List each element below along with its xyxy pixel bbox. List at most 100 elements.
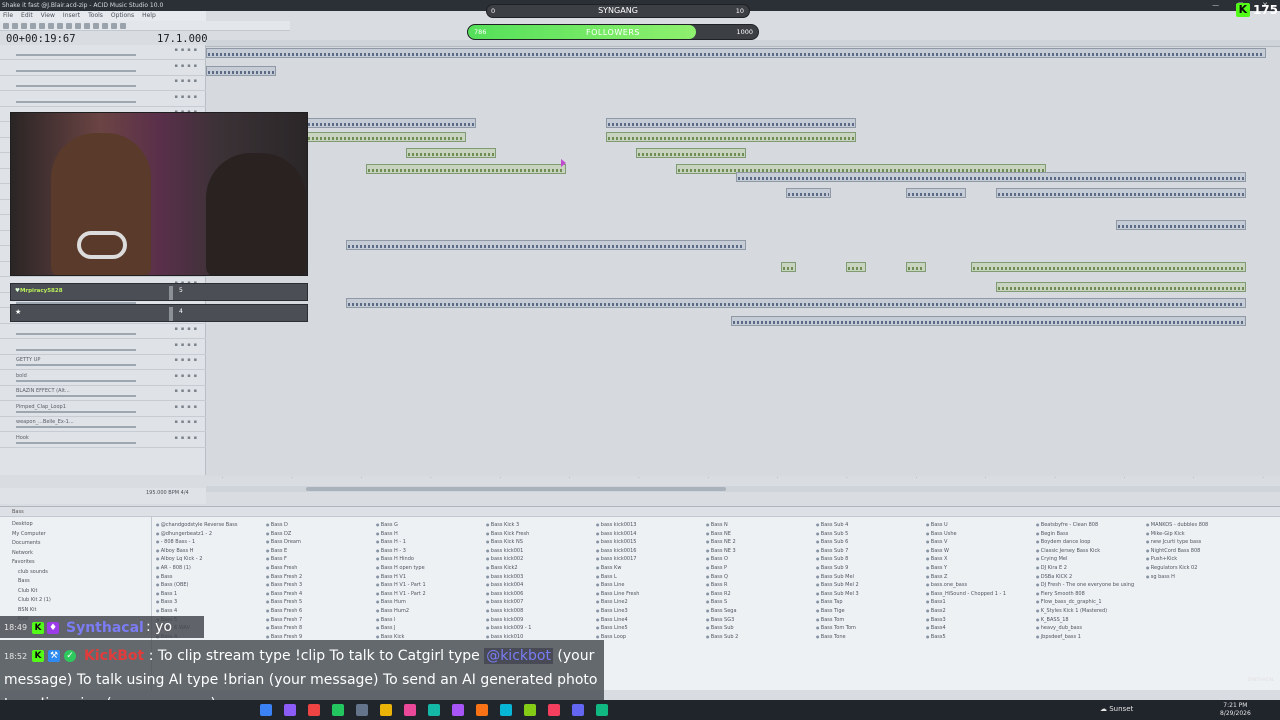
app-icon[interactable]: [500, 704, 512, 716]
track-buttons[interactable]: ▪▪▪▪: [174, 373, 200, 379]
track-header[interactable]: weapon_...Belle_Ex-1... ▪▪▪▪: [0, 417, 206, 432]
file-item[interactable]: Flow_bass_dc_graphic_1: [1036, 598, 1144, 607]
file-item[interactable]: Bass Sub Mel: [816, 573, 924, 582]
file-item[interactable]: Bass Sub 6: [816, 538, 924, 547]
folder-icon[interactable]: [380, 704, 392, 716]
file-item[interactable]: Bass NE 3: [706, 547, 814, 556]
snap-icon[interactable]: [111, 22, 117, 29]
file-item[interactable]: Bass R: [706, 581, 814, 590]
audio-clip[interactable]: [606, 118, 856, 128]
menu-options[interactable]: Options: [111, 11, 134, 21]
file-item[interactable]: Bass H Hindo: [376, 555, 484, 564]
file-item[interactable]: Bass Tap: [816, 598, 924, 607]
app-icon[interactable]: [548, 704, 560, 716]
app-icon[interactable]: [332, 704, 344, 716]
tree-item[interactable]: Documents: [6, 539, 145, 549]
track-header[interactable]: GETTY UP ▪▪▪▪: [0, 355, 206, 370]
audio-clip[interactable]: [606, 132, 856, 142]
tree-item[interactable]: Club Kit 2 (1): [6, 596, 145, 606]
file-item[interactable]: Bass L: [596, 573, 704, 582]
track-buttons[interactable]: ▪▪▪▪: [174, 357, 200, 363]
file-item[interactable]: Bass H: [376, 530, 484, 539]
audio-clip[interactable]: [206, 66, 276, 76]
file-item[interactable]: DJ Fresh - The one everyone be using: [1036, 581, 1144, 590]
file-item[interactable]: Bass Line5: [596, 624, 704, 633]
file-item[interactable]: Bass R2: [706, 590, 814, 599]
file-item[interactable]: Bass V: [926, 538, 1034, 547]
audio-clip[interactable]: [366, 164, 566, 174]
track-name[interactable]: bold: [16, 373, 27, 379]
file-item[interactable]: Bass Sub 4: [816, 521, 924, 530]
file-item[interactable]: bass kick0013: [596, 521, 704, 530]
file-item[interactable]: Bass H V1 - Part 1: [376, 581, 484, 590]
app-icon[interactable]: [356, 704, 368, 716]
track-name[interactable]: Hook: [16, 435, 29, 441]
track-header[interactable]: ▪▪▪▪: [0, 92, 206, 107]
track-buttons[interactable]: ▪▪▪▪: [174, 435, 200, 441]
file-item[interactable]: sg bass H: [1146, 573, 1254, 582]
audio-clip[interactable]: [346, 298, 1246, 308]
audio-clip[interactable]: [786, 188, 831, 198]
file-item[interactable]: Bass Sub 7: [816, 547, 924, 556]
file-item[interactable]: MANKOS - dubbles 808: [1146, 521, 1254, 530]
audio-clip[interactable]: [636, 148, 746, 158]
app-icon[interactable]: [284, 704, 296, 716]
file-item[interactable]: Bass Tone: [816, 633, 924, 642]
loop-icon[interactable]: [120, 22, 126, 29]
track-volume-slider[interactable]: [16, 379, 136, 382]
tempo-display[interactable]: 195.000 BPM 4/4: [146, 490, 189, 496]
track-volume-slider[interactable]: [16, 410, 136, 413]
chat-username[interactable]: Synthacal: [66, 620, 144, 636]
select-tool-icon[interactable]: [84, 22, 90, 29]
file-item[interactable]: Bass Tom Tom: [816, 624, 924, 633]
audio-clip[interactable]: [346, 240, 746, 250]
file-item[interactable]: Bass 3: [156, 598, 264, 607]
audio-clip[interactable]: [736, 172, 1246, 182]
file-item[interactable]: Bass D: [266, 521, 374, 530]
audio-clip[interactable]: [731, 316, 1246, 326]
file-item[interactable]: Alboy Lq Kick - 2: [156, 555, 264, 564]
file-item[interactable]: Bass Q: [706, 573, 814, 582]
track-volume-slider[interactable]: [16, 441, 136, 444]
taskbar-clock[interactable]: 7:21 PM 8/29/2026: [1220, 702, 1251, 718]
menu-insert[interactable]: Insert: [63, 11, 80, 21]
file-item[interactable]: Bass4: [926, 624, 1034, 633]
app-icon[interactable]: [428, 704, 440, 716]
new-icon[interactable]: [3, 22, 9, 29]
file-item[interactable]: Bass Dream: [266, 538, 374, 547]
draw-tool-icon[interactable]: [75, 22, 81, 29]
file-item[interactable]: Bass Fresh 5: [266, 598, 374, 607]
file-item[interactable]: Bass H open type: [376, 564, 484, 573]
file-item[interactable]: Bass Kick Fresh: [486, 530, 594, 539]
file-item[interactable]: Bass Tige: [816, 607, 924, 616]
scrollbar-thumb[interactable]: [306, 487, 726, 491]
file-item[interactable]: Bass Fresh 4: [266, 590, 374, 599]
file-item[interactable]: Bass Kick 3: [486, 521, 594, 530]
track-volume-slider[interactable]: [16, 100, 136, 103]
undo-icon[interactable]: [57, 22, 63, 29]
track-buttons[interactable]: ▪▪▪▪: [174, 47, 200, 53]
track-volume-slider[interactable]: [16, 54, 136, 56]
file-item[interactable]: Bass1: [926, 598, 1034, 607]
file-item[interactable]: Bass Line Fresh: [596, 590, 704, 599]
file-item[interactable]: Bass Loop: [596, 633, 704, 642]
file-item[interactable]: Bass Sub Mel 3: [816, 590, 924, 599]
tree-item[interactable]: Favorites: [6, 558, 145, 568]
file-item[interactable]: jbpsdeef_bass 1: [1036, 633, 1144, 642]
file-item[interactable]: Bass3: [926, 616, 1034, 625]
track-buttons[interactable]: ▪▪▪▪: [174, 404, 200, 410]
track-buttons[interactable]: ▪▪▪▪: [174, 388, 200, 394]
file-item[interactable]: K_Styles Kick 1 (Mastered): [1036, 607, 1144, 616]
browser-icon[interactable]: [476, 704, 488, 716]
file-item[interactable]: K_BASS_18: [1036, 616, 1144, 625]
tree-item[interactable]: club sounds: [6, 568, 145, 578]
file-item[interactable]: Bass G: [376, 521, 484, 530]
tree-item[interactable]: Club Kit: [6, 587, 145, 597]
track-buttons[interactable]: ▪▪▪▪: [174, 419, 200, 425]
track-name[interactable]: BLAZIN EFFECT (Alt...: [16, 388, 70, 394]
track-volume-slider[interactable]: [16, 395, 136, 397]
file-item[interactable]: DJ Kira E 2: [1036, 564, 1144, 573]
app-icon[interactable]: [524, 704, 536, 716]
file-item[interactable]: Bass X: [926, 555, 1034, 564]
file-item[interactable]: Classic Jersey Bass Kick: [1036, 547, 1144, 556]
